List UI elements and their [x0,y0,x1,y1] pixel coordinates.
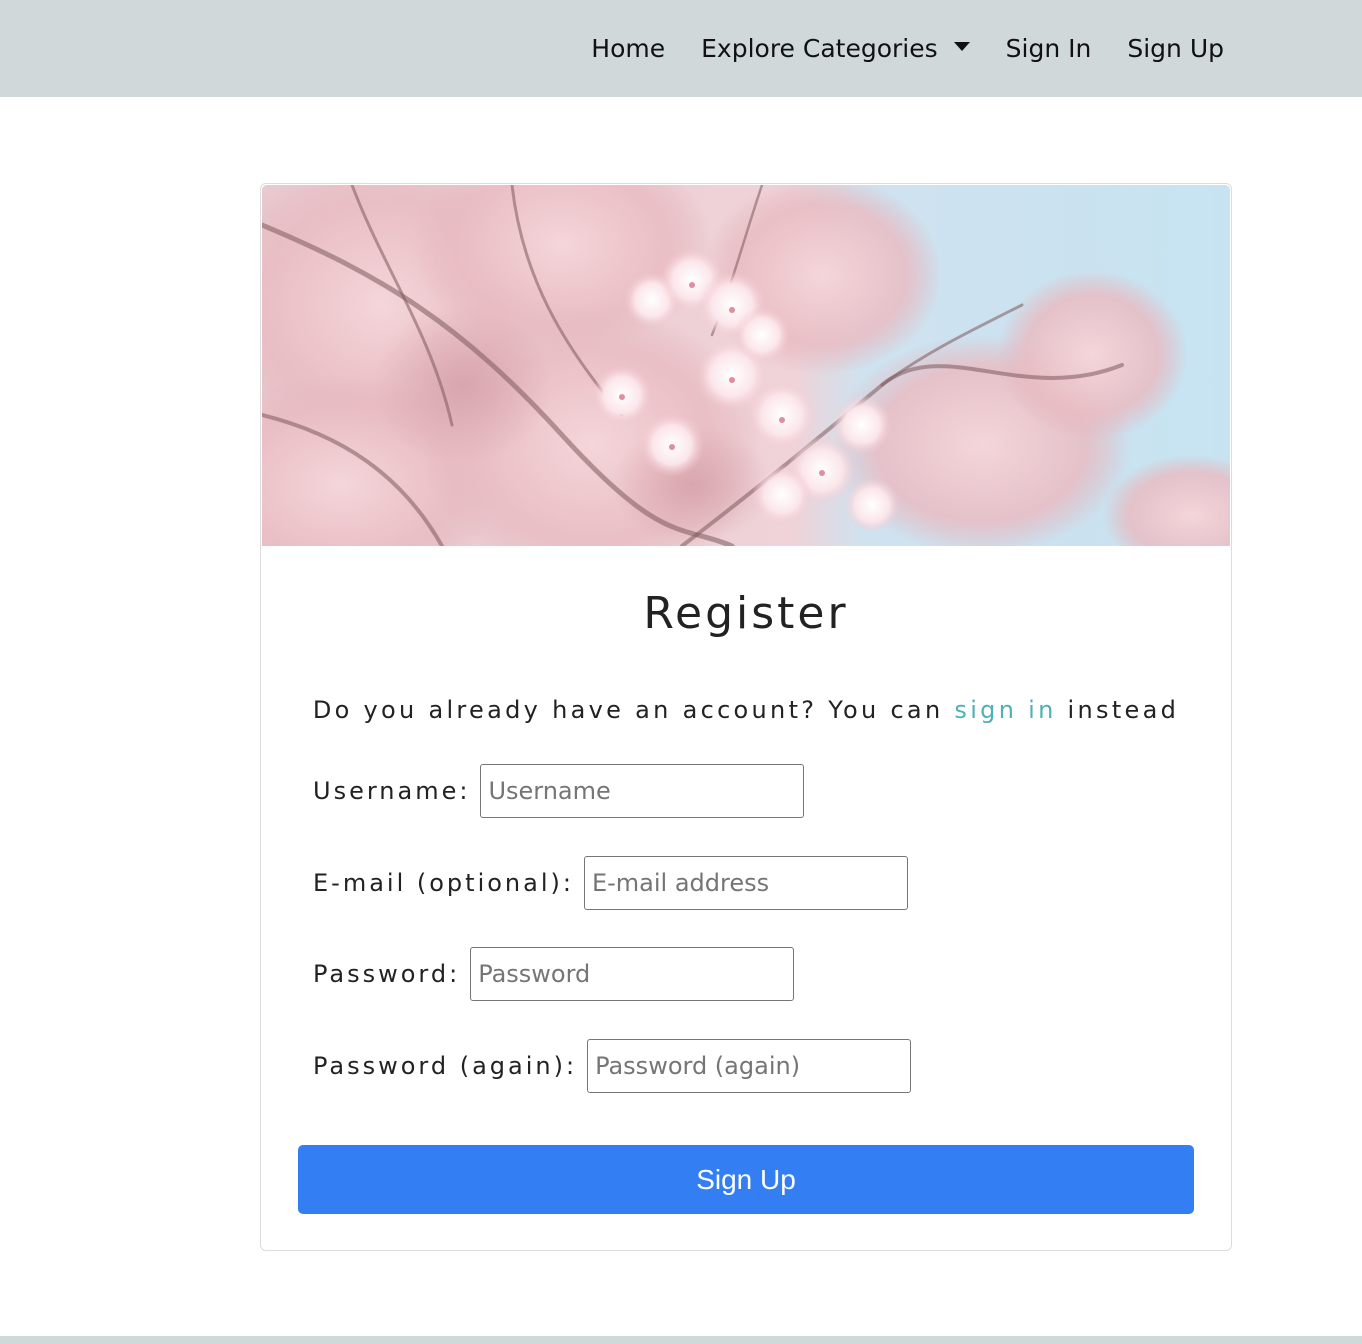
password-input[interactable] [470,947,795,1001]
password-again-row: Password (again): [313,1039,912,1093]
password-again-label: Password (again): [313,1052,578,1080]
username-input[interactable] [480,764,805,818]
nav-explore-categories-dropdown[interactable]: Explore Categories [701,34,970,63]
nav-home-link[interactable]: Home [591,34,665,63]
email-label: E-mail (optional): [313,869,574,897]
email-input[interactable] [583,856,908,910]
cherry-blossom-image [262,185,1230,546]
sign-in-prompt: Do you already have an account? You can … [261,696,1231,724]
nav-sign-in-label: Sign In [1005,34,1092,63]
nav-sign-up-link[interactable]: Sign Up [1127,34,1224,63]
password-again-input[interactable] [587,1039,912,1093]
page-title: Register [643,588,849,639]
nav-explore-label: Explore Categories [701,34,938,63]
password-row: Password: [313,947,795,1001]
username-row: Username: [313,764,805,818]
sign-in-link[interactable]: sign in [954,696,1056,724]
nav-sign-in-link[interactable]: Sign In [1006,34,1092,63]
password-label: Password: [313,960,461,988]
email-row: E-mail (optional): [313,856,908,910]
nav-home-label: Home [591,34,666,63]
sign-in-prompt-suffix: instead [1056,696,1180,724]
register-card: Register Do you already have an account?… [260,183,1232,1251]
caret-down-icon [953,42,970,51]
username-label: Username: [313,777,471,805]
nav-sign-up-label: Sign Up [1127,34,1224,63]
nav-links: Home Explore Categories Sign In Sign Up [591,0,1224,97]
footer-bar [0,1336,1362,1344]
sign-in-prompt-text: Do you already have an account? You can [312,696,955,724]
top-navbar: Home Explore Categories Sign In Sign Up [0,0,1362,97]
sign-up-submit-button[interactable]: Sign Up [298,1145,1194,1214]
